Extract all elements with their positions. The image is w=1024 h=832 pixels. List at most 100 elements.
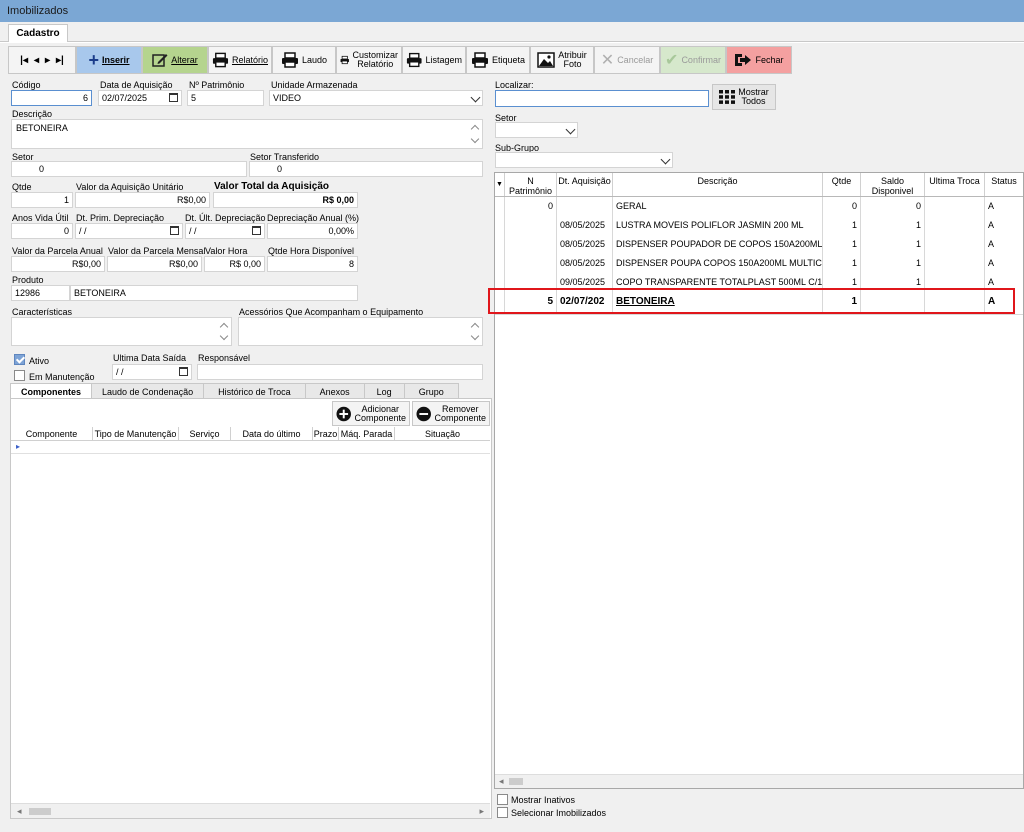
dt-ult-field[interactable]: / /	[185, 223, 265, 239]
next-record-icon[interactable]: ▸	[45, 55, 50, 65]
responsavel-field[interactable]	[197, 364, 483, 380]
produto-code-field[interactable]: 12986	[11, 285, 70, 301]
table-row[interactable]: 08/05/2025 DISPENSER POUPA COPOS 150A200…	[495, 254, 1023, 273]
ativo-checkbox[interactable]	[14, 354, 25, 365]
scroll-up-icon[interactable]	[470, 322, 480, 332]
valor-unit-field[interactable]: R$0,00	[75, 192, 210, 208]
caracteristicas-label: Características	[12, 307, 73, 317]
col-descricao[interactable]: Descrição	[613, 173, 823, 196]
qtde-hora-field[interactable]: 8	[267, 256, 358, 272]
col-maq-parada[interactable]: Máq. Parada	[339, 427, 395, 440]
laudo-button[interactable]: Laudo	[272, 46, 336, 74]
atribuir-foto-button[interactable]: Atribuir Foto	[530, 46, 594, 74]
ultima-saida-field[interactable]: / /	[112, 364, 192, 380]
patrimonio-field[interactable]: 5	[187, 90, 264, 106]
setor-transf-field[interactable]: 0	[249, 161, 483, 177]
col-dt-aquisicao[interactable]: Dt. Aquisição	[557, 173, 613, 196]
table-row[interactable]: 0 GERAL 0 0 A	[495, 197, 1023, 216]
scroll-left-icon[interactable]: ◂	[499, 776, 504, 787]
record-navigator[interactable]: |◂ ◂ ▸ ▸|	[8, 46, 76, 74]
inserir-button[interactable]: + Inserir	[76, 46, 142, 74]
mostrar-inativos-checkbox[interactable]	[497, 794, 508, 805]
col-qtde[interactable]: Qtde	[823, 173, 861, 196]
anos-vida-field[interactable]: 0	[11, 223, 73, 239]
manutencao-checkbox[interactable]	[14, 370, 25, 381]
chevron-down-icon	[470, 92, 481, 103]
valor-hora-field[interactable]: R$ 0,00	[204, 256, 265, 272]
unidade-select[interactable]: VIDEO	[269, 90, 483, 106]
descricao-field[interactable]: BETONEIRA	[11, 119, 483, 149]
alterar-button[interactable]: Alterar	[142, 46, 208, 74]
subgrupo-select[interactable]	[495, 152, 673, 168]
scroll-thumb[interactable]	[509, 778, 523, 785]
manutencao-label: Em Manutenção	[29, 372, 95, 382]
col-situacao[interactable]: Situação	[395, 427, 490, 440]
col-ultima-troca[interactable]: Ultima Troca	[925, 173, 985, 196]
tab-historico-troca[interactable]: Histórico de Troca	[203, 383, 306, 399]
grid-hscroll[interactable]: ◂	[495, 774, 1023, 788]
tab-laudo-condenacao[interactable]: Laudo de Condenação	[91, 383, 205, 399]
parc-anual-label: Valor da Parcela Anual	[12, 246, 103, 256]
acessorios-field[interactable]	[238, 317, 483, 346]
remover-componente-button[interactable]: Remover Componente	[412, 401, 490, 426]
col-componente[interactable]: Componente	[11, 427, 93, 440]
sort-icon[interactable]: ▼	[495, 173, 505, 196]
qtde-field[interactable]: 1	[11, 192, 73, 208]
col-n-patrimonio[interactable]: N Patrimônio	[505, 173, 557, 196]
data-aquisicao-field[interactable]: 02/07/2025	[98, 90, 182, 106]
col-data-ultimo[interactable]: Data do último	[231, 427, 313, 440]
tab-grupo[interactable]: Grupo	[403, 383, 459, 399]
table-row[interactable]: 08/05/2025 LUSTRA MOVEIS POLIFLOR JASMIN…	[495, 216, 1023, 235]
fechar-button[interactable]: Fechar	[726, 46, 792, 74]
col-prazo[interactable]: Prazo	[313, 427, 339, 440]
prev-record-icon[interactable]: ◂	[34, 55, 39, 65]
table-row[interactable]: 08/05/2025 DISPENSER POUPADOR DE COPOS 1…	[495, 235, 1023, 254]
first-record-icon[interactable]: |◂	[20, 55, 28, 65]
scroll-up-icon[interactable]	[219, 322, 229, 332]
col-servico[interactable]: Serviço	[179, 427, 231, 440]
customizar-relatorio-button[interactable]: Customizar Relatório	[336, 46, 402, 74]
last-record-icon[interactable]: ▸|	[56, 55, 64, 65]
tab-log[interactable]: Log	[363, 383, 405, 399]
image-icon	[537, 52, 555, 68]
scroll-down-icon[interactable]	[219, 331, 229, 341]
scroll-down-icon[interactable]	[470, 331, 480, 341]
codigo-field[interactable]: 6	[11, 90, 92, 106]
calendar-icon[interactable]	[252, 226, 261, 235]
tab-anexos[interactable]: Anexos	[304, 383, 365, 399]
tab-componentes[interactable]: Componentes	[10, 383, 93, 399]
parc-mensal-field[interactable]: R$0,00	[107, 256, 202, 272]
calendar-icon[interactable]	[179, 367, 188, 376]
etiqueta-button[interactable]: Etiqueta	[466, 46, 530, 74]
adicionar-componente-button[interactable]: Adicionar Componente	[332, 401, 410, 426]
selecionar-checkbox[interactable]	[497, 807, 508, 818]
cancelar-button[interactable]: ✕ Cancelar	[594, 46, 660, 74]
col-tipo-manutencao[interactable]: Tipo de Manutenção	[93, 427, 179, 440]
caracteristicas-field[interactable]	[11, 317, 232, 346]
setor-field[interactable]: 0	[11, 161, 247, 177]
col-status[interactable]: Status	[985, 173, 1023, 196]
calendar-icon[interactable]	[169, 93, 178, 102]
relatorio-button[interactable]: Relatório	[208, 46, 272, 74]
scroll-thumb[interactable]	[29, 808, 51, 815]
localizar-input[interactable]	[495, 90, 709, 107]
componentes-empty-row[interactable]: ▸	[11, 441, 490, 454]
scroll-up-icon[interactable]	[470, 124, 480, 134]
dt-prim-field[interactable]: / /	[75, 223, 183, 239]
col-saldo[interactable]: Saldo Disponivel	[861, 173, 925, 196]
scroll-right-icon[interactable]: ▸	[479, 806, 484, 817]
listagem-button[interactable]: Listagem	[402, 46, 466, 74]
mostrar-todos-button[interactable]: Mostrar Todos	[712, 84, 776, 110]
calendar-icon[interactable]	[170, 226, 179, 235]
componentes-hscroll[interactable]: ◂ ▸	[11, 803, 490, 818]
dep-anual-field[interactable]: 0,00%	[267, 223, 358, 239]
produto-desc-field[interactable]: BETONEIRA	[70, 285, 358, 301]
scroll-left-icon[interactable]: ◂	[17, 806, 22, 817]
setor-filter-select[interactable]	[495, 122, 578, 138]
tab-cadastro[interactable]: Cadastro	[8, 24, 68, 43]
confirmar-button[interactable]: ✔ Confirmar	[660, 46, 726, 74]
grid-icon	[719, 90, 736, 104]
parc-anual-field[interactable]: R$0,00	[11, 256, 105, 272]
chevron-down-icon	[660, 154, 671, 165]
scroll-down-icon[interactable]	[470, 134, 480, 144]
